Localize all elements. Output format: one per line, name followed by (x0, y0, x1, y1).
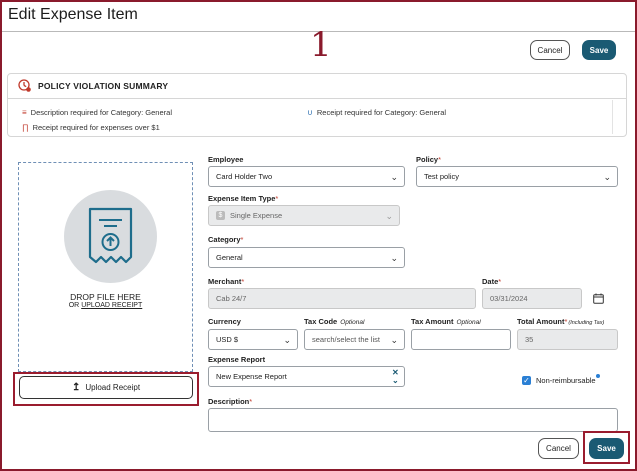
tax-amount-label: Tax Amount Optional (411, 317, 481, 326)
expense-item-type-label: Expense Item Type* (208, 194, 279, 203)
receipt-flag-icon: ∪ (307, 108, 313, 117)
chevron-down-icon: ⌄ (603, 172, 611, 182)
violation-item: ∪ Receipt required for Category: General (307, 108, 447, 117)
chevron-down-icon: ⌄ (390, 172, 398, 182)
calendar-icon[interactable] (587, 288, 609, 309)
employee-label: Employee (208, 155, 244, 164)
expense-report-label: Expense Report (208, 355, 266, 364)
chevron-down-icon: ⌄ (390, 335, 398, 345)
policy-scrollbar[interactable] (612, 100, 616, 134)
bottom-cancel-button[interactable]: Cancel (538, 438, 579, 459)
receipt-amount-flag-icon: ∏ (22, 123, 29, 132)
expense-item-type-select: $ Single Expense ⌄ (208, 205, 400, 226)
description-label: Description* (208, 397, 253, 406)
policy-warning-icon (18, 78, 31, 94)
policy-label: Policy* (416, 155, 442, 164)
currency-select[interactable]: USD $ ⌄ (208, 329, 298, 350)
upload-icon: ↥ (71, 382, 81, 393)
non-reimbursable-checkbox[interactable]: ✓ (522, 376, 531, 385)
chevron-down-icon: ⌄ (385, 211, 393, 221)
policy-summary-header: POLICY VIOLATION SUMMARY (8, 74, 626, 99)
chevron-down-icon: ⌄ (283, 335, 291, 345)
expense-report-select[interactable]: New Expense Report (208, 366, 405, 387)
chevron-down-icon: ⌄ (390, 253, 398, 263)
tax-amount-input[interactable] (411, 329, 511, 350)
upload-receipt-button[interactable]: ↥ Upload Receipt (19, 376, 193, 399)
non-reimbursable-label: Non-reimbursable (536, 376, 596, 385)
date-label: Date* (482, 277, 502, 286)
top-save-button[interactable]: Save (582, 40, 616, 60)
description-flag-icon: ≡ (22, 108, 27, 117)
upload-receipt-link[interactable]: UPLOAD RECEIPT (81, 302, 142, 309)
total-amount-label: Total Amount*(Including Tax) (517, 317, 605, 326)
receipt-drop-zone[interactable]: DROP FILE HERE OR UPLOAD RECEIPT (18, 162, 193, 372)
top-cancel-button[interactable]: Cancel (530, 40, 570, 60)
policy-select[interactable]: Test policy ⌄ (416, 166, 618, 187)
drop-file-text: DROP FILE HERE (70, 292, 141, 302)
tax-code-select[interactable]: search/select the list ⌄ (304, 329, 405, 350)
merchant-field: Cab 24/7 (208, 288, 476, 309)
violation-item: ≡ Description required for Category: Gen… (22, 108, 172, 117)
step-number-annotation: 1 (310, 25, 332, 65)
receipt-upload-icon (88, 207, 133, 264)
merchant-label: Merchant* (208, 277, 245, 286)
category-select[interactable]: General ⌄ (208, 247, 405, 268)
violation-item: ∏ Receipt required for expenses over $1 (22, 123, 160, 132)
policy-summary-title: POLICY VIOLATION SUMMARY (38, 81, 169, 91)
page-title: Edit Expense Item (8, 6, 138, 23)
info-icon[interactable] (596, 374, 600, 378)
currency-label: Currency (208, 317, 241, 326)
single-expense-icon: $ (216, 211, 225, 220)
or-text: OR (68, 302, 80, 309)
tax-code-label: Tax Code Optional (304, 317, 365, 326)
upload-receipt-line: OR UPLOAD RECEIPT (19, 302, 192, 309)
bottom-save-button[interactable]: Save (589, 438, 624, 459)
description-textarea[interactable] (208, 408, 618, 432)
category-label: Category* (208, 235, 244, 244)
clear-selection-icon[interactable]: ✕ ⌄ (392, 369, 399, 385)
receipt-illustration (64, 190, 157, 283)
total-amount-field: 35 (517, 329, 618, 350)
date-field: 03/31/2024 (482, 288, 582, 309)
employee-select[interactable]: Card Holder Two ⌄ (208, 166, 405, 187)
